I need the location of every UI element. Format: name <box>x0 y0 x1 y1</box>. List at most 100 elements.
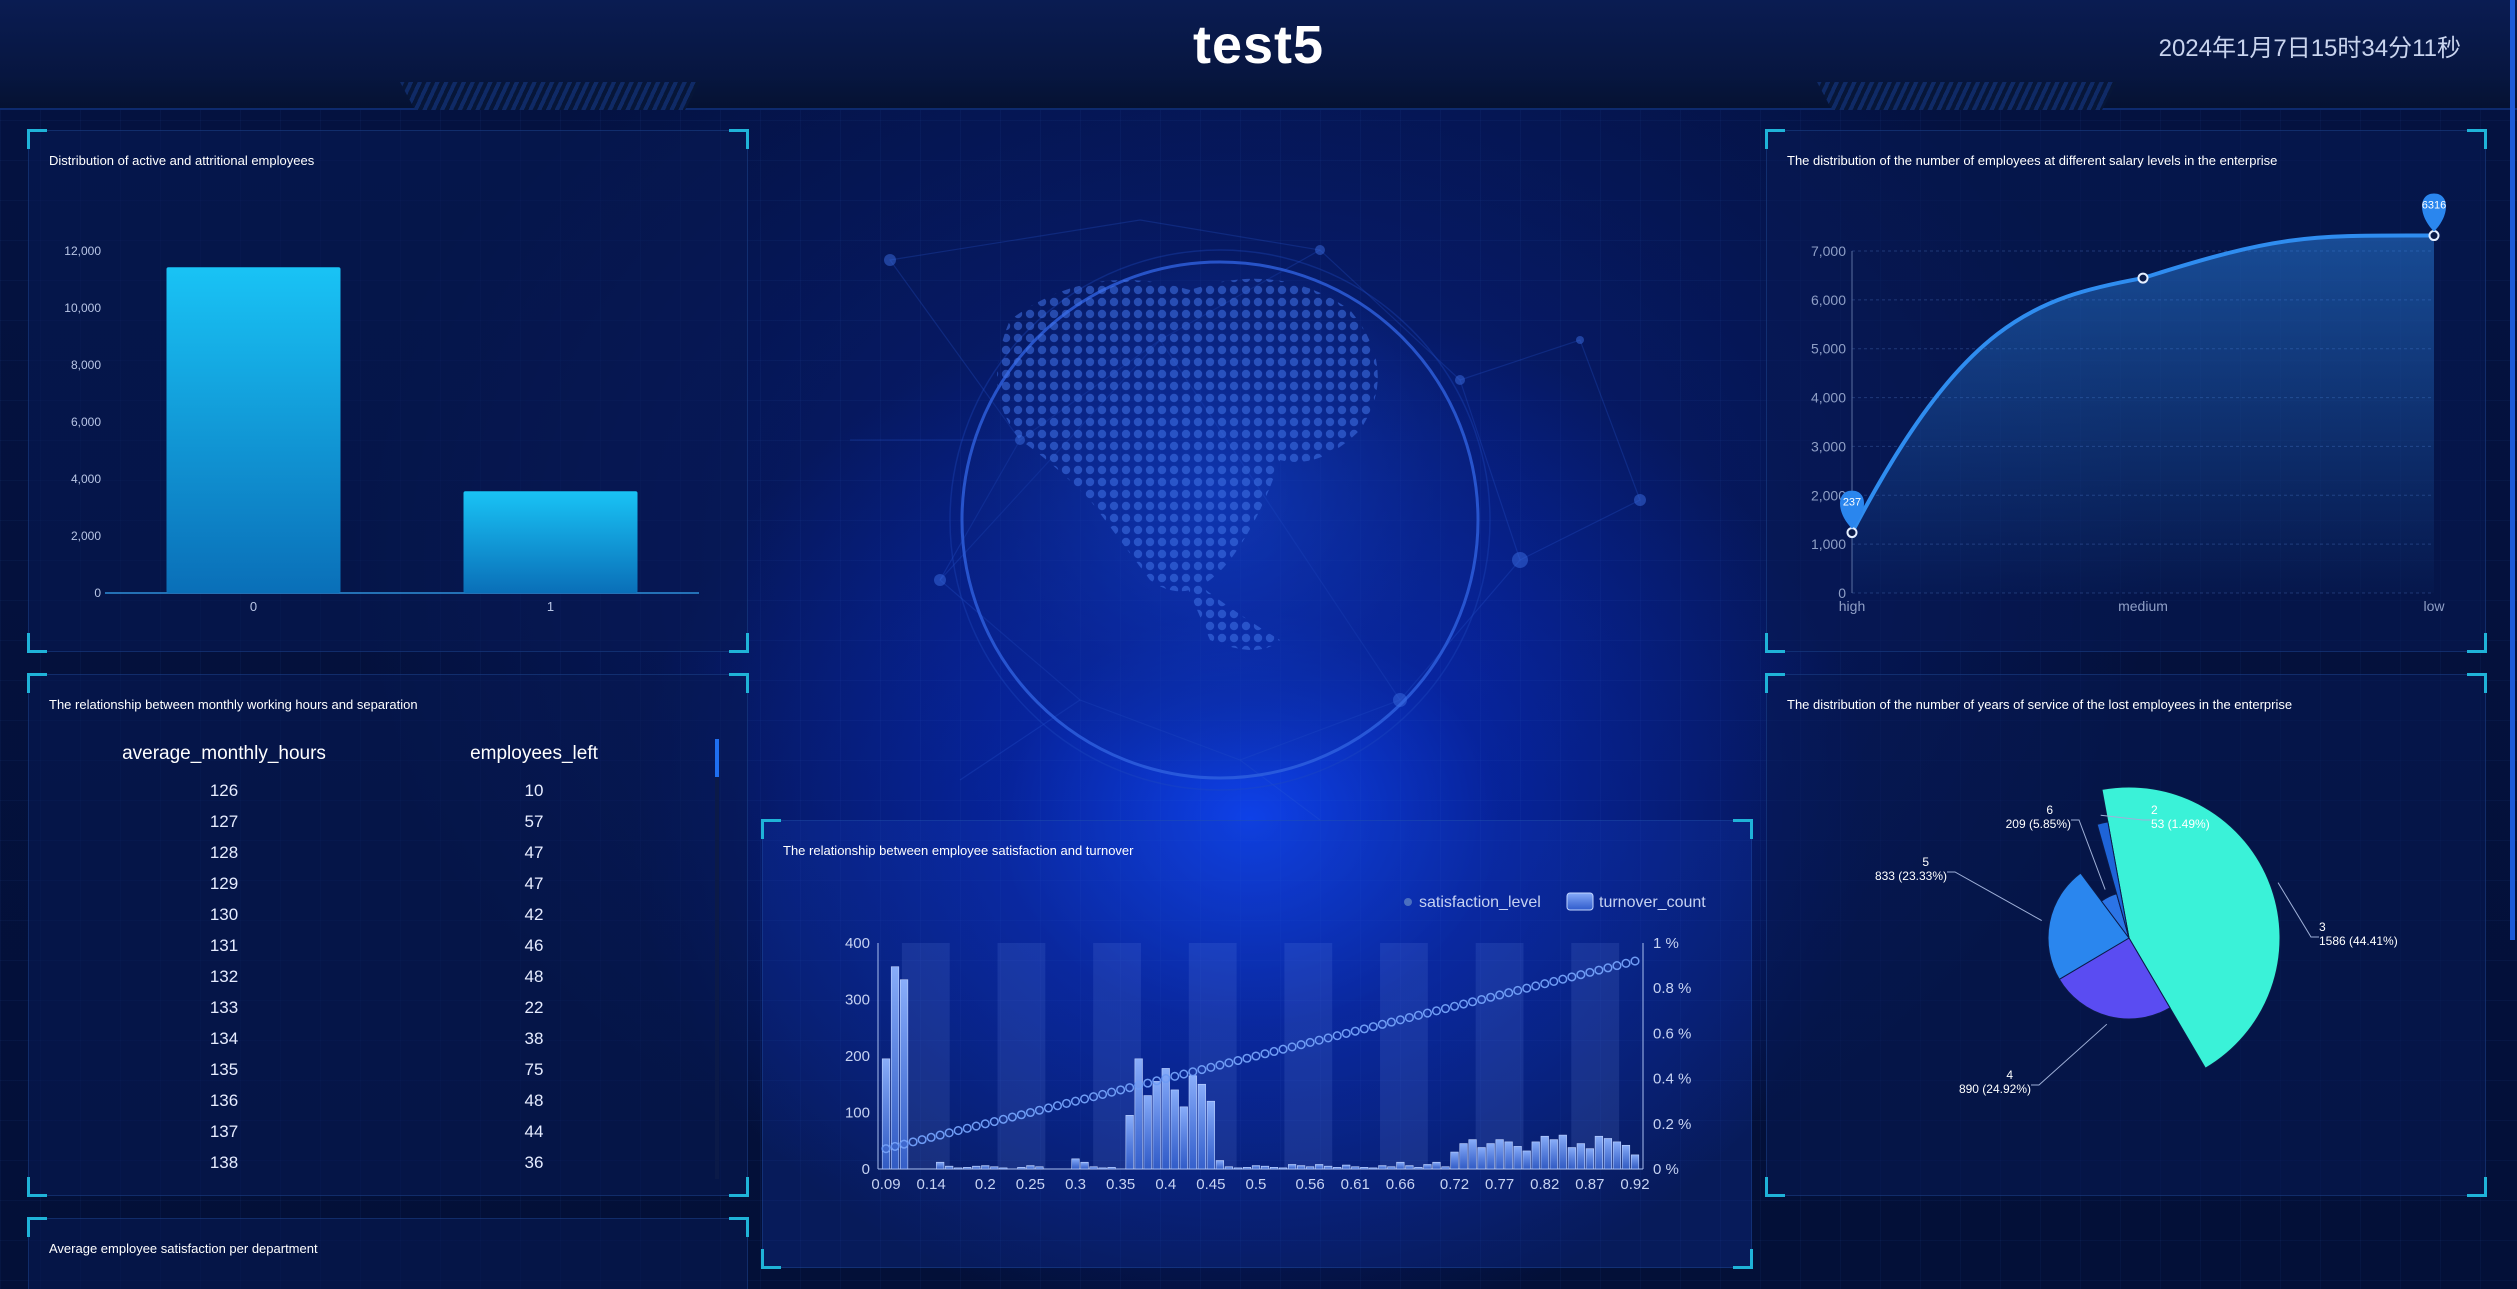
x-tick-label: 0.87 <box>1575 1176 1604 1193</box>
turnover-bar <box>1450 1151 1459 1170</box>
satisfaction-point <box>1440 1003 1451 1014</box>
turnover-bar <box>999 1167 1008 1170</box>
tenure-pie-chart[interactable]: 31586 (44.41%) 4890 (24.92%) 5833 (23.33%)… <box>1767 675 2487 1175</box>
turnover-bar <box>1324 1165 1333 1170</box>
turnover-bar <box>1143 1095 1152 1170</box>
table-cell: 48 <box>524 966 544 986</box>
y-tick-label: 6,000 <box>1811 292 1846 308</box>
label-leader <box>1947 871 2042 922</box>
turnover-bar <box>1152 1081 1161 1170</box>
turnover-bar <box>1026 1165 1035 1170</box>
turnover-bar <box>1432 1161 1441 1170</box>
table-scrollbar-thumb[interactable] <box>715 739 719 777</box>
y-tick-label-left: 0 <box>862 1161 870 1178</box>
y-tick-label-right: 0 % <box>1653 1161 1679 1178</box>
turnover-bar <box>1342 1164 1351 1170</box>
globe-decoration <box>850 219 1646 821</box>
turnover-bar <box>1405 1165 1414 1170</box>
table-row[interactable]: 126 10 <box>69 775 689 806</box>
bar <box>463 491 638 593</box>
table-row[interactable]: 136 48 <box>69 1085 689 1116</box>
table-cell: 22 <box>524 997 544 1017</box>
table-row[interactable]: 138 36 <box>69 1147 689 1178</box>
slice-value: 209 (5.85%) <box>2006 817 2071 831</box>
y-tick-label-right: 0.4 % <box>1653 1071 1691 1088</box>
turnover-bar <box>1269 1167 1279 1170</box>
turnover-bar <box>1576 1143 1585 1170</box>
x-tick-label: 0.25 <box>1016 1176 1045 1193</box>
satisfaction-point <box>1052 1101 1063 1111</box>
turnover-bar <box>981 1165 990 1170</box>
y-tick-label: 10,000 <box>64 301 101 315</box>
legend-label: turnover_count <box>1599 894 1706 911</box>
table-row[interactable]: 133 22 <box>69 992 689 1023</box>
x-tick-label: 0.5 <box>1246 1176 1267 1193</box>
turnover-bar <box>954 1167 963 1170</box>
table-cell: 134 <box>209 1028 239 1048</box>
turnover-bar <box>1287 1164 1297 1170</box>
table-cell: 129 <box>209 873 239 893</box>
turnover-bar <box>1567 1147 1576 1170</box>
satisfaction-point <box>1143 1078 1153 1088</box>
x-tick-label: 0.45 <box>1196 1176 1225 1193</box>
turnover-bar <box>1486 1143 1495 1170</box>
table-cell: 57 <box>524 811 544 831</box>
turnover-bar <box>972 1165 981 1170</box>
table-cell: 38 <box>524 1028 544 1048</box>
turnover-bar <box>1387 1166 1396 1170</box>
table-row[interactable]: 132 48 <box>69 961 689 992</box>
data-point <box>2428 230 2440 242</box>
turnover-bar <box>1089 1166 1098 1170</box>
table-row[interactable]: 137 44 <box>69 1116 689 1147</box>
satisfaction-point <box>1251 1051 1261 1061</box>
satisfaction-point <box>1431 1006 1442 1016</box>
x-tick-label: low <box>2423 598 2445 614</box>
turnover-bar <box>1621 1144 1631 1170</box>
table-cell: 48 <box>524 1090 544 1110</box>
satisfaction-point <box>1179 1069 1189 1079</box>
turnover-bar <box>1360 1167 1369 1170</box>
turnover-bar <box>1215 1160 1224 1170</box>
slice-value: 890 (24.92%) <box>1959 1082 2031 1096</box>
table-cell: 136 <box>209 1090 239 1110</box>
salary-line-chart[interactable]: 01,0002,0003,0004,0005,0006,0007,000high… <box>1767 131 2487 631</box>
table-column-header[interactable]: average_monthly_hours <box>69 743 379 765</box>
table-row[interactable]: 130 42 <box>69 899 689 930</box>
table-cell: 131 <box>209 935 239 955</box>
salary-panel: The distribution of the number of employ… <box>1765 129 2487 653</box>
slice-name: 6 <box>2046 803 2053 817</box>
slice-name: 3 <box>2319 920 2326 934</box>
table-row[interactable]: 131 46 <box>69 930 689 961</box>
turnover-bar <box>1080 1161 1089 1170</box>
turnover-bar <box>1369 1167 1378 1170</box>
table-column-header[interactable]: employees_left <box>379 743 689 765</box>
table-row[interactable]: 127 57 <box>69 806 689 837</box>
turnover-bar <box>1224 1166 1234 1170</box>
y-tick-label: 0 <box>94 586 101 600</box>
turnover-bar <box>1585 1148 1594 1170</box>
table-row[interactable]: 134 38 <box>69 1023 689 1054</box>
attrition-bar-chart[interactable]: 0 2,000 4,000 6,000 8,000 10,000 12,000 0 1 <box>29 131 749 631</box>
turnover-bar <box>1549 1139 1558 1170</box>
turnover-bar <box>1603 1138 1613 1170</box>
table-header: average_monthly_hours employees_left <box>69 743 689 765</box>
satisfaction-point <box>1341 1028 1351 1038</box>
satisfaction-point <box>1350 1026 1360 1036</box>
dept-satisfaction-title: Average employee satisfaction per depart… <box>49 1241 318 1256</box>
x-tick-label: 0 <box>250 599 257 614</box>
satisfaction-point <box>1043 1103 1053 1113</box>
table-row[interactable]: 135 75 <box>69 1054 689 1085</box>
satisfaction-turnover-chart[interactable]: 0 100 200 300 400 0 % 0.2 % 0.4 % 0.6 % 0.8 % 1 % 0… <box>763 821 1753 1269</box>
turnover-bar <box>1278 1167 1288 1170</box>
table-row[interactable]: 128 47 <box>69 837 689 868</box>
turnover-bar <box>1107 1167 1116 1170</box>
turnover-bar <box>1170 1089 1179 1170</box>
table-row[interactable]: 129 47 <box>69 868 689 899</box>
x-tick-label: 0.82 <box>1530 1176 1559 1193</box>
table-scrollbar-track[interactable] <box>715 739 719 1179</box>
y-tick-label: 5,000 <box>1811 341 1846 357</box>
turnover-bar <box>945 1165 954 1170</box>
page-scrollbar[interactable] <box>2510 0 2515 940</box>
table-cell: 47 <box>524 873 544 893</box>
y-tick-label: 7,000 <box>1811 243 1846 259</box>
